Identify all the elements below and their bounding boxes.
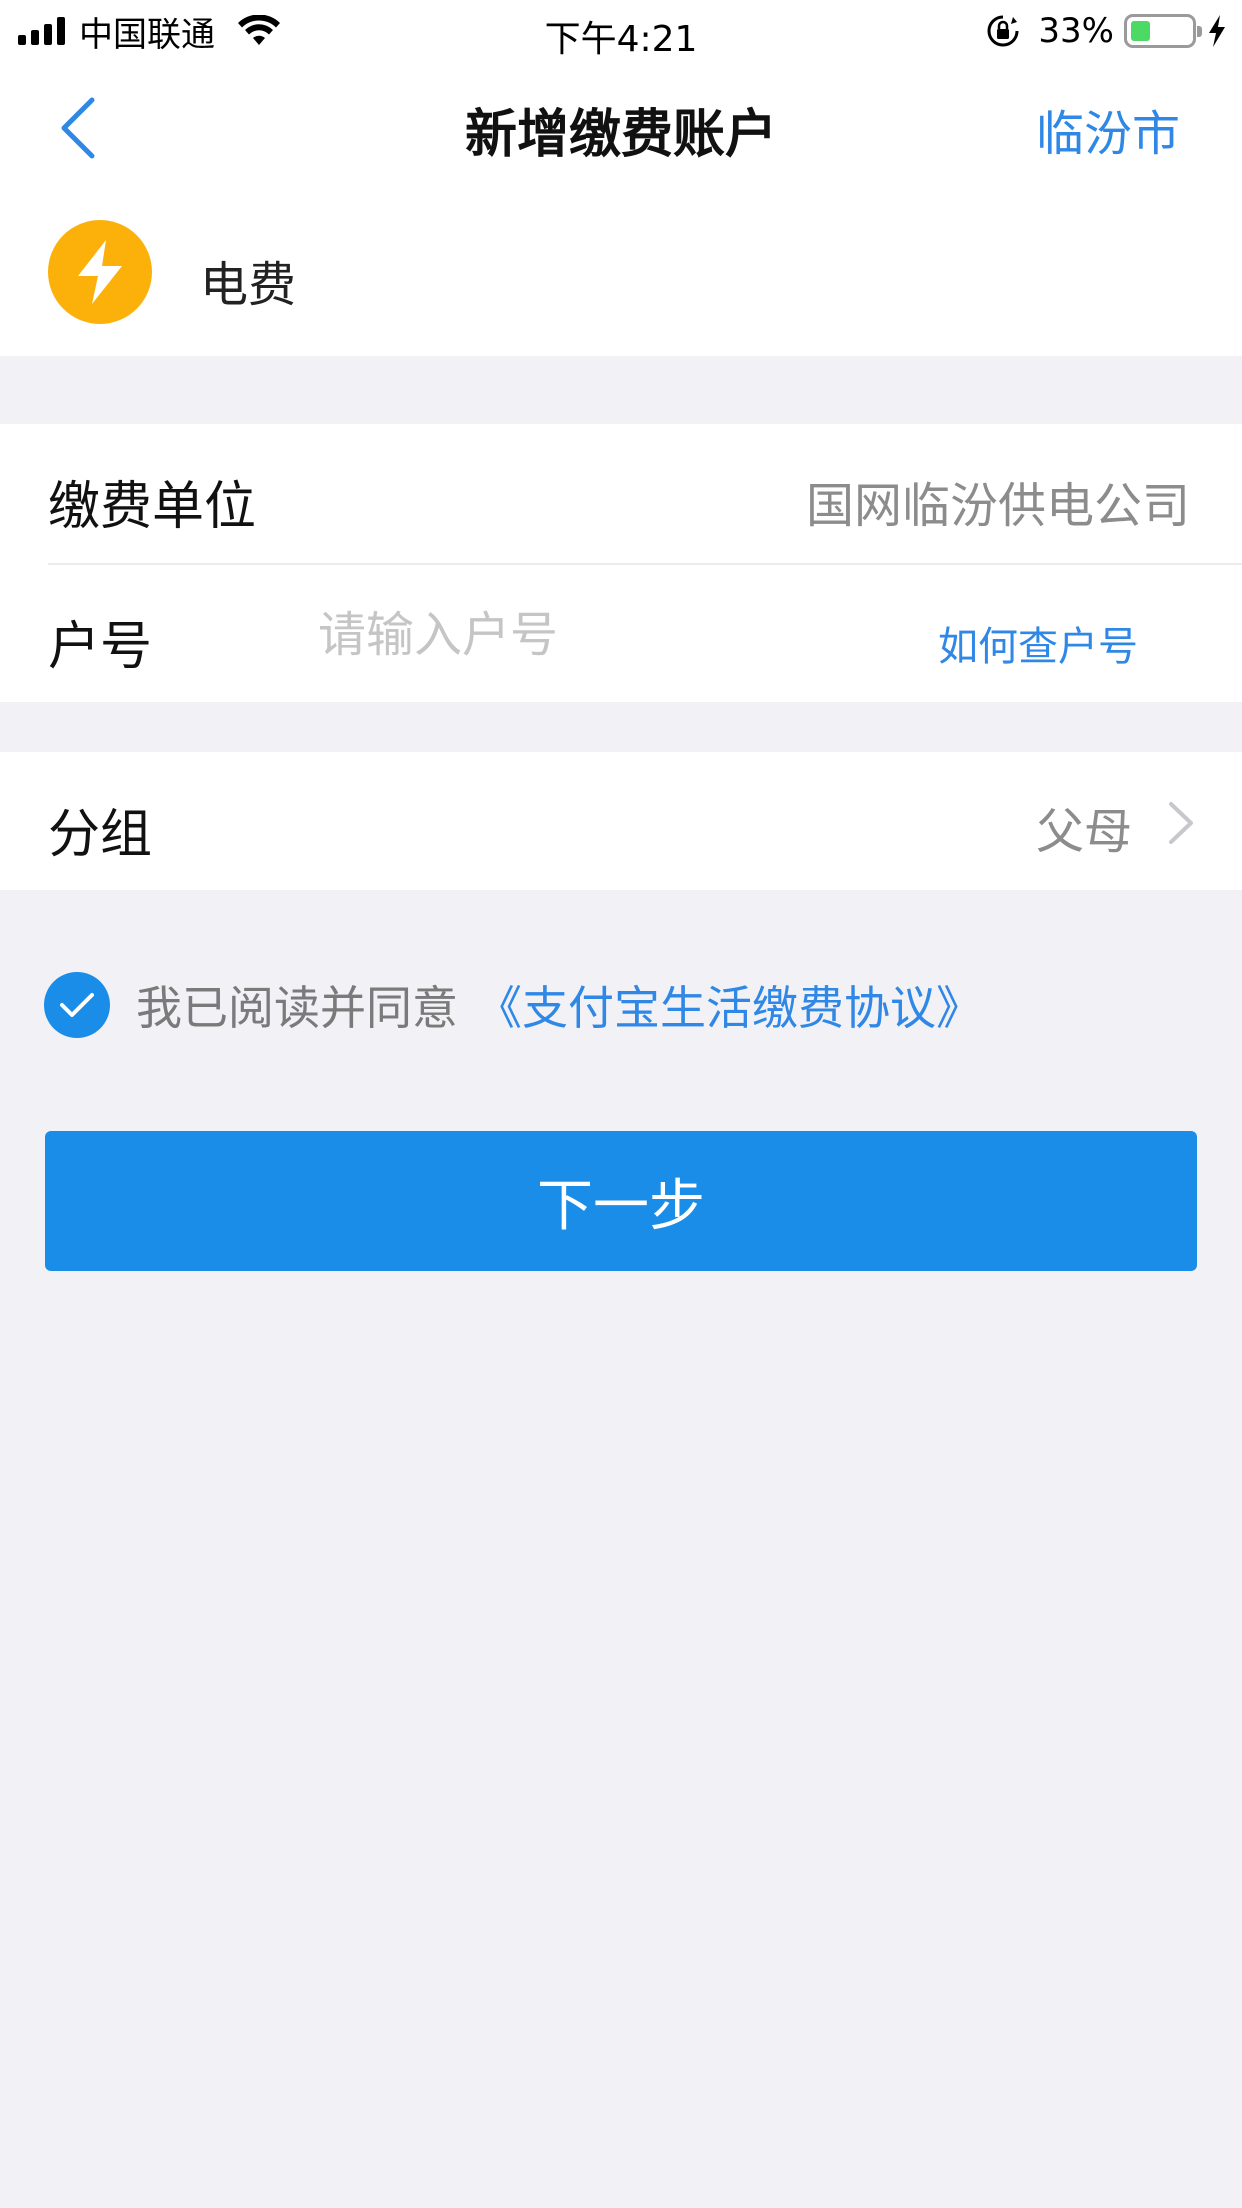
rotation-lock-icon (987, 15, 1019, 47)
check-icon (60, 993, 94, 1017)
account-number-input[interactable] (318, 600, 918, 670)
status-right: 33% (986, 10, 1228, 52)
next-step-button[interactable]: 下一步 (45, 1131, 1197, 1271)
service-name: 电费 (200, 257, 297, 313)
how-to-find-account-link[interactable]: 如何查户号 (938, 614, 1138, 672)
account-number-row: 户号 如何查户号 (0, 564, 1242, 704)
group-row[interactable]: 分组 父母 (0, 752, 1242, 890)
status-bar: 中国联通 下午4:21 33% (0, 0, 1242, 62)
battery-icon (1124, 14, 1202, 48)
payment-unit-value: 国网临汾供电公司 (805, 478, 1190, 534)
agreement-link[interactable]: 《支付宝生活缴费协议》 (476, 972, 982, 1038)
agreement-row: 我已阅读并同意 《支付宝生活缴费协议》 (44, 970, 982, 1040)
payment-unit-row: 缴费单位 国网临汾供电公司 (0, 424, 1242, 565)
nav-bar: 新增缴费账户 临汾市 (0, 62, 1242, 190)
battery-percent: 33% (1038, 11, 1114, 51)
payment-unit-label: 缴费单位 (48, 477, 257, 537)
chevron-right-icon (1169, 802, 1193, 844)
group-label: 分组 (48, 805, 153, 865)
account-number-label: 户号 (48, 617, 153, 677)
charging-icon (1209, 15, 1225, 47)
service-header: 电费 (0, 190, 1242, 356)
battery-fill (1131, 21, 1151, 41)
lightning-icon (48, 220, 152, 324)
agreement-checkbox[interactable] (44, 972, 110, 1038)
group-value: 父母 (1035, 804, 1132, 860)
account-form: 缴费单位 国网临汾供电公司 户号 如何查户号 (0, 424, 1242, 702)
agreement-text: 我已阅读并同意 (136, 981, 458, 1035)
city-selector[interactable]: 临汾市 (1036, 94, 1180, 164)
lightning-glyph (78, 240, 122, 304)
